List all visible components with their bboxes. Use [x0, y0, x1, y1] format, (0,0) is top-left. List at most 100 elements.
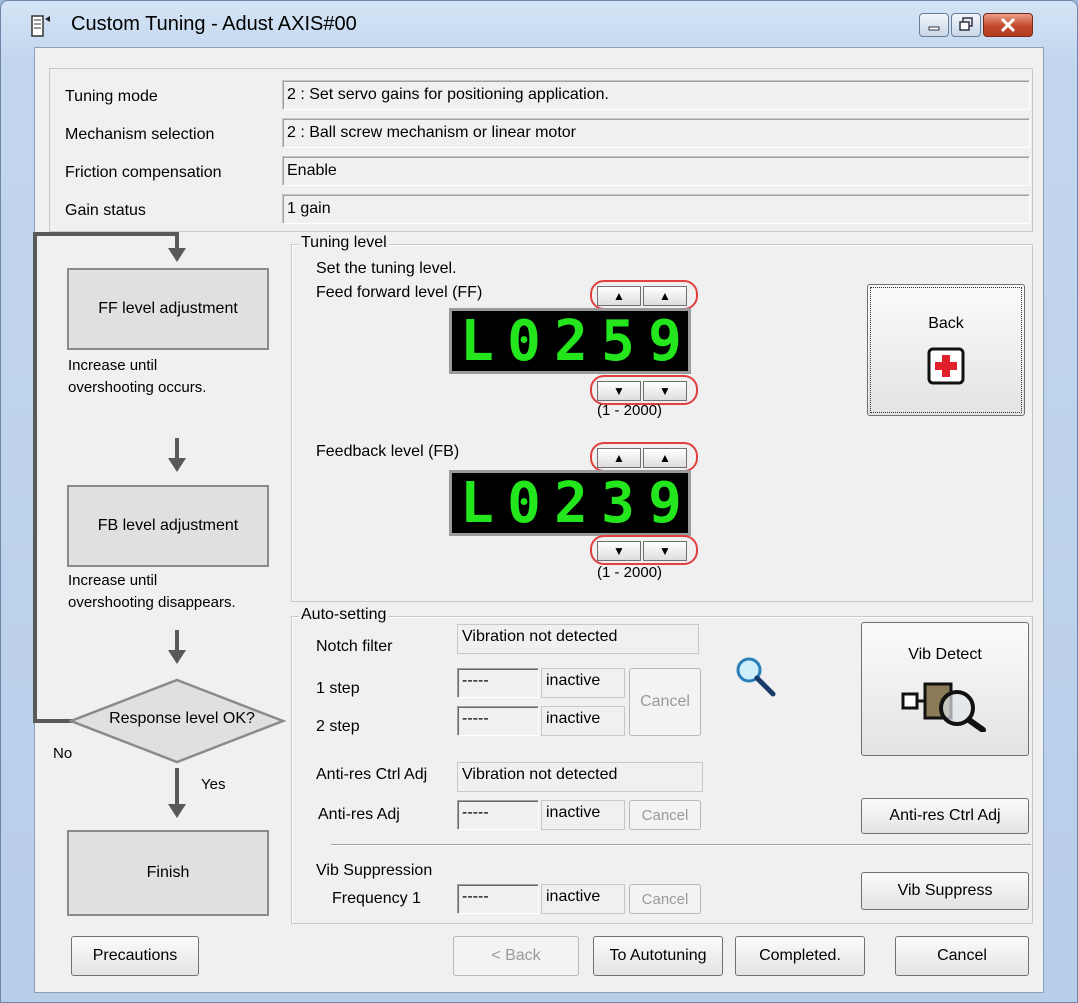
vib-suppression-label: Vib Suppression	[316, 862, 433, 879]
minimize-button[interactable]	[919, 13, 949, 37]
fb-range: (1 - 2000)	[597, 564, 663, 581]
ff-note-line1: Increase until	[68, 357, 158, 374]
back-label: Back	[928, 315, 964, 332]
ff-level-label: Feed forward level (FF)	[316, 284, 483, 301]
auto-setting-title: Auto-setting	[299, 606, 389, 624]
up-arrow-icon: ▲	[659, 289, 671, 303]
up-arrow-icon: ▲	[659, 451, 671, 465]
tuning-level-title: Tuning level	[299, 234, 389, 252]
tuning-mode-label: Tuning mode	[65, 88, 158, 105]
mechanism-selection-value: 2 : Ball screw mechanism or linear motor	[282, 118, 1030, 148]
up-arrow-icon: ▲	[613, 289, 625, 303]
fb-up-digit2-button[interactable]: ▲	[643, 448, 687, 468]
cancel-button[interactable]: Cancel	[895, 936, 1029, 976]
yes-label: Yes	[201, 776, 226, 793]
ff-digit-2: 2	[554, 309, 588, 374]
fb-down-digit2-button[interactable]: ▼	[643, 541, 687, 561]
fb-digit-1: 0	[507, 471, 541, 536]
vibration-sensor-icon	[901, 682, 986, 732]
frequency1-state: inactive	[541, 884, 625, 914]
fb-digit-3: 3	[601, 471, 635, 536]
step1-state: inactive	[541, 668, 625, 698]
notch-cancel-button[interactable]: Cancel	[629, 668, 701, 736]
down-arrow-icon: ▼	[613, 544, 625, 558]
anti-res-status: Vibration not detected	[457, 762, 703, 792]
ff-down-digit2-button[interactable]: ▼	[643, 381, 687, 401]
tuning-instruction: Set the tuning level.	[316, 260, 457, 277]
ff-range: (1 - 2000)	[597, 402, 663, 419]
finish-box: Finish	[67, 830, 269, 916]
anti-res-ctrl-adj-label: Anti-res Ctrl Adj	[316, 766, 428, 783]
frequency1-label: Frequency 1	[332, 890, 421, 907]
auto-setting-divider	[331, 844, 1031, 846]
fb-down-stepper: ▼ ▼	[590, 535, 698, 565]
down-arrow-icon: ▼	[613, 384, 625, 398]
friction-compensation-label: Friction compensation	[65, 164, 222, 181]
app-icon	[31, 15, 50, 37]
fb-digit-2: 2	[554, 471, 588, 536]
close-icon	[1000, 17, 1016, 33]
step2-value: -----	[457, 706, 539, 736]
vib-detect-label: Vib Detect	[908, 646, 982, 663]
close-button[interactable]	[983, 13, 1033, 37]
ff-note-line2: overshooting occurs.	[68, 379, 207, 396]
fb-up-digit1-button[interactable]: ▲	[597, 448, 641, 468]
mechanism-selection-label: Mechanism selection	[65, 126, 215, 143]
precautions-button[interactable]: Precautions	[71, 936, 199, 976]
frequency1-value: -----	[457, 884, 539, 914]
to-autotuning-button[interactable]: To Autotuning	[593, 936, 723, 976]
step2-state: inactive	[541, 706, 625, 736]
vib-suppression-cancel-button[interactable]: Cancel	[629, 884, 701, 914]
friction-compensation-value: Enable	[282, 156, 1030, 186]
completed-button[interactable]: Completed.	[735, 936, 865, 976]
ff-down-digit1-button[interactable]: ▼	[597, 381, 641, 401]
vib-suppress-button[interactable]: Vib Suppress	[861, 872, 1029, 910]
fb-digit-4: 9	[648, 471, 682, 536]
magnifier-icon	[736, 657, 776, 697]
fb-digit-0: L	[460, 471, 494, 536]
anti-res-adj-state: inactive	[541, 800, 625, 830]
fb-up-stepper: ▲ ▲	[590, 442, 698, 472]
ff-up-stepper: ▲ ▲	[590, 280, 698, 310]
ff-level-adjustment-box: FF level adjustment	[67, 268, 269, 350]
restore-button[interactable]	[951, 13, 981, 37]
ff-digit-0: L	[460, 309, 494, 374]
down-arrow-icon: ▼	[659, 544, 671, 558]
anti-res-adj-value: -----	[457, 800, 539, 830]
title-bar[interactable]: Custom Tuning - Adust AXIS#00	[1, 1, 1077, 47]
fb-note-line1: Increase until	[68, 572, 158, 589]
fb-level-label: Feedback level (FB)	[316, 443, 460, 460]
fb-level-adjustment-box: FB level adjustment	[67, 485, 269, 567]
window-title: Custom Tuning - Adust AXIS#00	[71, 13, 357, 35]
notch-filter-label: Notch filter	[316, 638, 393, 655]
gain-status-value: 1 gain	[282, 194, 1030, 224]
dialog-client-area: Tuning mode 2 : Set servo gains for posi…	[33, 47, 1044, 993]
notch-status: Vibration not detected	[457, 624, 699, 654]
back-button[interactable]: Back	[867, 284, 1025, 416]
anti-res-adj-label: Anti-res Adj	[318, 806, 400, 823]
ff-digit-3: 5	[601, 309, 635, 374]
custom-tuning-window: Custom Tuning - Adust AXIS#00 Tuning mod…	[0, 0, 1078, 1003]
up-arrow-icon: ▲	[613, 451, 625, 465]
fb-note-line2: overshooting disappears.	[68, 594, 236, 611]
decision-label: Response level OK?	[109, 710, 255, 727]
ff-down-stepper: ▼ ▼	[590, 375, 698, 405]
tuning-mode-value: 2 : Set servo gains for positioning appl…	[282, 80, 1030, 110]
step1-label: 1 step	[316, 680, 360, 697]
no-label: No	[53, 745, 73, 762]
step1-value: -----	[457, 668, 539, 698]
ff-level-display: L 0 2 5 9	[449, 308, 691, 374]
fb-down-digit1-button[interactable]: ▼	[597, 541, 641, 561]
fb-level-display: L 0 2 3 9	[449, 470, 691, 536]
down-arrow-icon: ▼	[659, 384, 671, 398]
ff-up-digit2-button[interactable]: ▲	[643, 286, 687, 306]
vib-detect-button[interactable]: Vib Detect	[861, 622, 1029, 756]
ff-up-digit1-button[interactable]: ▲	[597, 286, 641, 306]
back-nav-button[interactable]: < Back	[453, 936, 579, 976]
anti-res-ctrl-adj-button[interactable]: Anti-res Ctrl Adj	[861, 798, 1029, 834]
ff-digit-4: 9	[648, 309, 682, 374]
ff-digit-1: 0	[507, 309, 541, 374]
red-cross-icon	[927, 347, 965, 385]
anti-res-cancel-button[interactable]: Cancel	[629, 800, 701, 830]
step2-label: 2 step	[316, 718, 360, 735]
